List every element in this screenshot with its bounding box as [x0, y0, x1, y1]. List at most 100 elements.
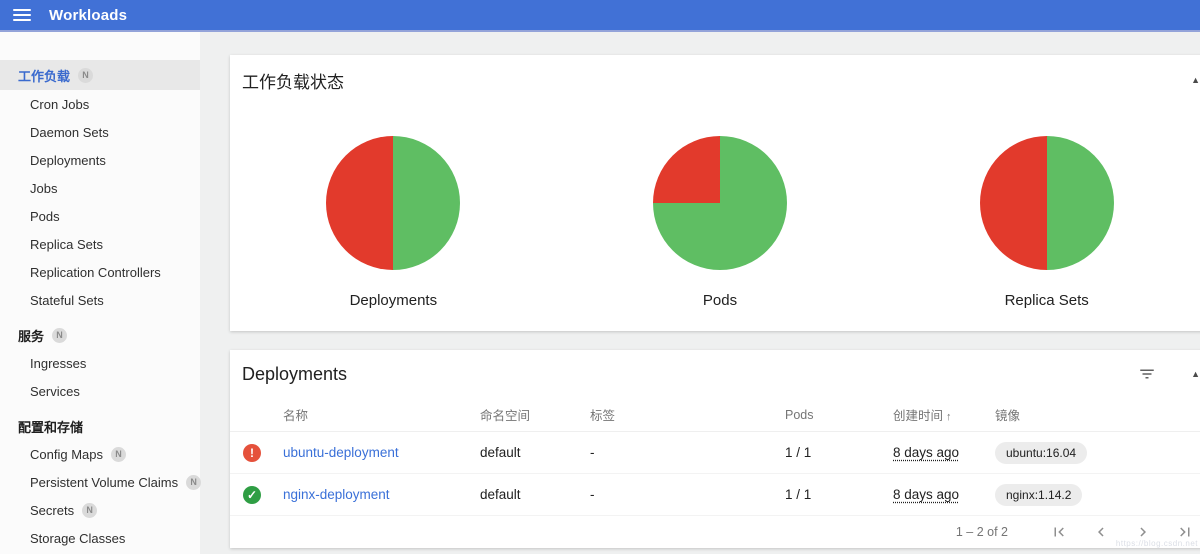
labels-cell: - [590, 487, 785, 502]
sidebar-item-workloads[interactable]: 工作负载 N [0, 60, 200, 90]
replica-sets-pie-block: Replica Sets [883, 136, 1200, 309]
sidebar-item-services-section[interactable]: 服务 N [0, 321, 200, 349]
sidebar-item-stateful-sets[interactable]: Stateful Sets [0, 286, 200, 314]
pagination-bar: 1 – 2 of 2 [230, 516, 1200, 548]
sidebar: 工作负载 N Cron Jobs Daemon Sets Deployments… [0, 32, 200, 554]
table-row: ✓ nginx-deployment default - 1 / 1 8 day… [230, 474, 1200, 516]
deployments-pie-chart [326, 136, 460, 270]
image-chip: ubuntu:16.04 [995, 442, 1087, 464]
column-header-namespace[interactable]: 命名空间 [480, 405, 590, 424]
sidebar-item-label: Persistent Volume Claims [30, 475, 178, 490]
images-cell: nginx:1.14.2 [995, 484, 1200, 506]
sidebar-item-label: Daemon Sets [30, 125, 109, 140]
watermark: https://blog.csdn.net [1116, 539, 1198, 548]
sidebar-item-replication-controllers[interactable]: Replication Controllers [0, 258, 200, 286]
pods-cell: 1 / 1 [785, 445, 893, 460]
sidebar-item-config-storage-section[interactable]: 配置和存储 [0, 412, 200, 440]
page-title: Workloads [49, 7, 127, 24]
sidebar-item-cron-jobs[interactable]: Cron Jobs [0, 90, 200, 118]
menu-icon[interactable] [13, 9, 31, 22]
sidebar-item-label: Jobs [30, 181, 57, 196]
name-cell: nginx-deployment [275, 487, 480, 502]
sidebar-item-pods[interactable]: Pods [0, 202, 200, 230]
column-header-created[interactable]: 创建时间↑ [893, 405, 995, 424]
column-header-label: 创建时间 [893, 409, 943, 423]
column-header-labels[interactable]: 标签 [590, 405, 785, 424]
sidebar-item-daemon-sets[interactable]: Daemon Sets [0, 118, 200, 146]
deployments-pie-block: Deployments [230, 136, 557, 309]
deployment-link[interactable]: ubuntu-deployment [283, 445, 399, 460]
namespace-cell: default [480, 487, 590, 502]
sidebar-item-replica-sets[interactable]: Replica Sets [0, 230, 200, 258]
pie-chart-label: Deployments [350, 292, 438, 309]
sidebar-item-secrets[interactable]: Secrets N [0, 496, 200, 524]
sidebar-item-services[interactable]: Services [0, 377, 200, 405]
sidebar-item-label: Replication Controllers [30, 265, 161, 280]
pie-chart-label: Pods [703, 292, 737, 309]
table-row: ! ubuntu-deployment default - 1 / 1 8 da… [230, 432, 1200, 474]
deployment-link[interactable]: nginx-deployment [283, 487, 390, 502]
sidebar-item-label: Replica Sets [30, 237, 103, 252]
app-bar: Workloads [0, 0, 1200, 30]
status-cell: ! [230, 444, 275, 462]
sidebar-item-label: Pods [30, 209, 60, 224]
namespace-cell: default [480, 445, 590, 460]
status-charts-row: Deployments Pods Replica Sets [230, 105, 1200, 309]
created-cell: 8 days ago [893, 445, 995, 460]
deployments-card-title: Deployments [242, 364, 347, 385]
name-cell: ubuntu-deployment [275, 445, 480, 460]
workload-status-card: 工作负载状态 ▲ Deployments Pods Replica Sets [230, 55, 1200, 331]
sidebar-item-label: Config Maps [30, 447, 103, 462]
replica-sets-pie-chart [980, 136, 1114, 270]
sidebar-item-ingresses[interactable]: Ingresses [0, 349, 200, 377]
sidebar-item-label: 配置和存储 [18, 417, 83, 436]
sidebar-item-jobs[interactable]: Jobs [0, 174, 200, 202]
app-bar-divider [0, 30, 1200, 32]
relative-time: 8 days ago [893, 445, 959, 460]
sidebar-item-label: Stateful Sets [30, 293, 104, 308]
filter-icon[interactable] [1136, 363, 1158, 385]
created-cell: 8 days ago [893, 487, 995, 502]
pods-pie-block: Pods [557, 136, 884, 309]
sidebar-item-deployments[interactable]: Deployments [0, 146, 200, 174]
sidebar-item-label: Services [30, 384, 80, 399]
image-chip: nginx:1.14.2 [995, 484, 1082, 506]
previous-page-icon[interactable] [1092, 523, 1110, 541]
relative-time: 8 days ago [893, 487, 959, 502]
images-cell: ubuntu:16.04 [995, 442, 1200, 464]
collapse-icon[interactable]: ▲ [1191, 369, 1200, 379]
pie-chart-label: Replica Sets [1005, 292, 1089, 309]
table-header-row: 名称 命名空间 标签 Pods 创建时间↑ 镜像 [230, 398, 1200, 432]
first-page-icon[interactable] [1050, 523, 1068, 541]
deployments-card: Deployments ▲ 名称 命名空间 标签 Pods 创建时间↑ 镜像 !… [230, 350, 1200, 548]
success-status-icon: ✓ [243, 486, 261, 504]
workload-status-header: 工作负载状态 ▲ [230, 55, 1200, 105]
sidebar-item-persistent-volume-claims[interactable]: Persistent Volume Claims N [0, 468, 200, 496]
pods-pie-chart [653, 136, 787, 270]
collapse-icon[interactable]: ▲ [1191, 75, 1200, 85]
sidebar-item-label: Deployments [30, 153, 106, 168]
namespace-badge: N [52, 328, 67, 343]
status-cell: ✓ [230, 486, 275, 504]
sidebar-item-label: Cron Jobs [30, 97, 89, 112]
sidebar-item-label: 服务 [18, 326, 44, 345]
workload-status-title: 工作负载状态 [242, 68, 344, 93]
pagination-range-label: 1 – 2 of 2 [956, 525, 1008, 539]
column-header-images[interactable]: 镜像 [995, 405, 1200, 424]
namespace-badge: N [186, 475, 201, 490]
error-status-icon: ! [243, 444, 261, 462]
pods-cell: 1 / 1 [785, 487, 893, 502]
namespace-badge: N [82, 503, 97, 518]
sidebar-item-storage-classes[interactable]: Storage Classes [0, 524, 200, 552]
sort-ascending-icon: ↑ [946, 411, 952, 423]
sidebar-item-config-maps[interactable]: Config Maps N [0, 440, 200, 468]
namespace-badge: N [78, 68, 93, 83]
deployments-card-header: Deployments ▲ [230, 350, 1200, 398]
namespace-badge: N [111, 447, 126, 462]
sidebar-item-label: 工作负载 [18, 66, 70, 85]
sidebar-item-label: Storage Classes [30, 531, 125, 546]
sidebar-item-label: Ingresses [30, 356, 86, 371]
sidebar-item-label: Secrets [30, 503, 74, 518]
column-header-name[interactable]: 名称 [275, 405, 480, 424]
column-header-pods[interactable]: Pods [785, 408, 893, 422]
